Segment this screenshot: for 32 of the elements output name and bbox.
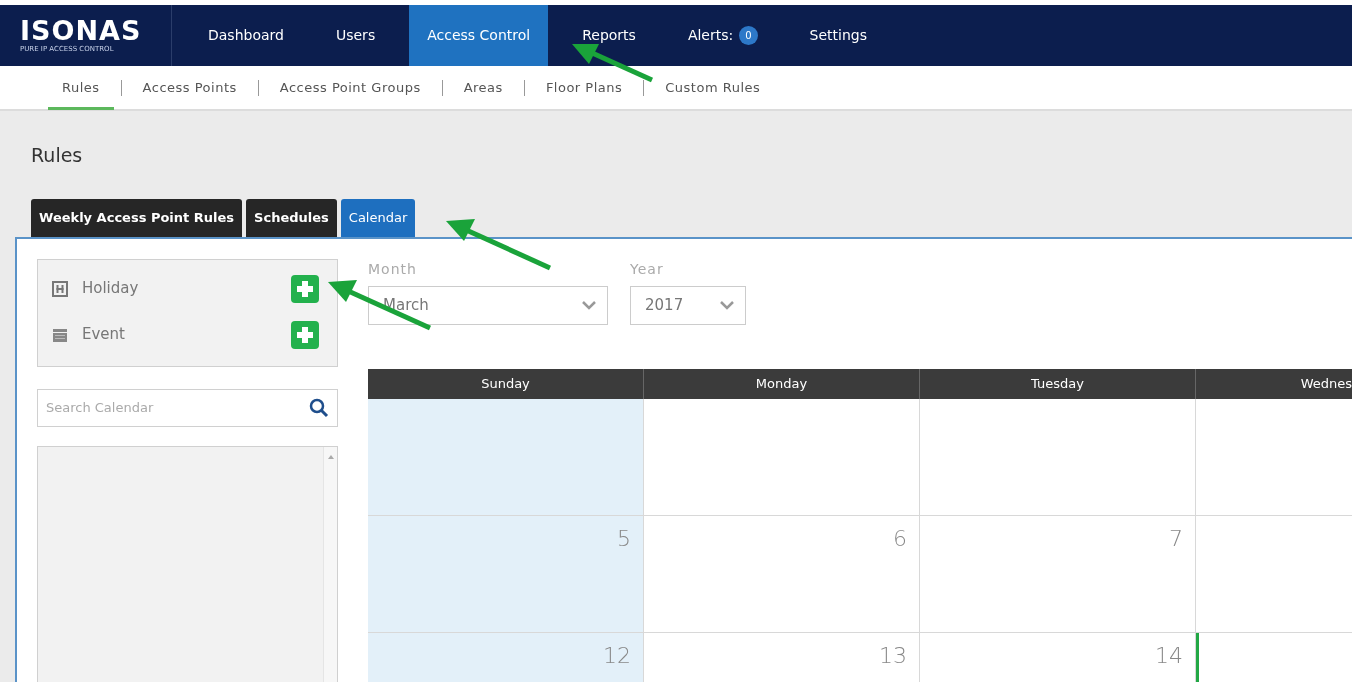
day-heading: Tuesday (920, 368, 1196, 399)
month-label: Month (368, 259, 418, 279)
subnav-link[interactable]: Rules (48, 65, 114, 110)
year-label: Year (630, 259, 665, 279)
day-heading: Sunday (368, 368, 644, 399)
day-heading: Monday (644, 368, 920, 399)
subnav-link[interactable]: Access Points (128, 65, 251, 110)
year-select[interactable]: 2017 (630, 285, 746, 325)
nav-tab[interactable]: Dashboard (190, 5, 302, 66)
tab[interactable]: Calendar (340, 199, 416, 237)
calendar-cell[interactable]: 13 (644, 632, 920, 682)
event-label: Event (82, 324, 125, 346)
holiday-label: Holiday (82, 278, 139, 300)
subnav-link[interactable]: Floor Plans (531, 65, 637, 110)
nav-tab[interactable]: Users (317, 5, 394, 66)
nav-tab[interactable]: Access Control (409, 5, 549, 66)
day-heading: Wednes (1299, 374, 1352, 393)
page-title: Rules (30, 143, 84, 168)
logo-name: ISONAS (20, 16, 143, 44)
search-field[interactable]: Search Calendar (37, 388, 338, 427)
nav-tab[interactable]: Reports (564, 5, 654, 66)
tab[interactable]: Schedules (246, 199, 337, 237)
nav-tab[interactable]: Settings (791, 5, 885, 66)
subnav-link[interactable]: Access Point Groups (265, 65, 435, 110)
calendar-cell[interactable]: 6 (644, 515, 920, 632)
nav-tab[interactable]: Alerts: 0 (669, 5, 776, 66)
alert-count-badge: 0 (739, 26, 758, 45)
subnav-link[interactable]: Custom Rules (651, 65, 775, 110)
tab[interactable]: Weekly Access Point Rules (31, 199, 243, 237)
subnav-link[interactable]: Areas (449, 65, 517, 110)
calendar-cell[interactable]: 14 (920, 632, 1196, 682)
calendar-cell[interactable]: 7 (920, 515, 1196, 632)
